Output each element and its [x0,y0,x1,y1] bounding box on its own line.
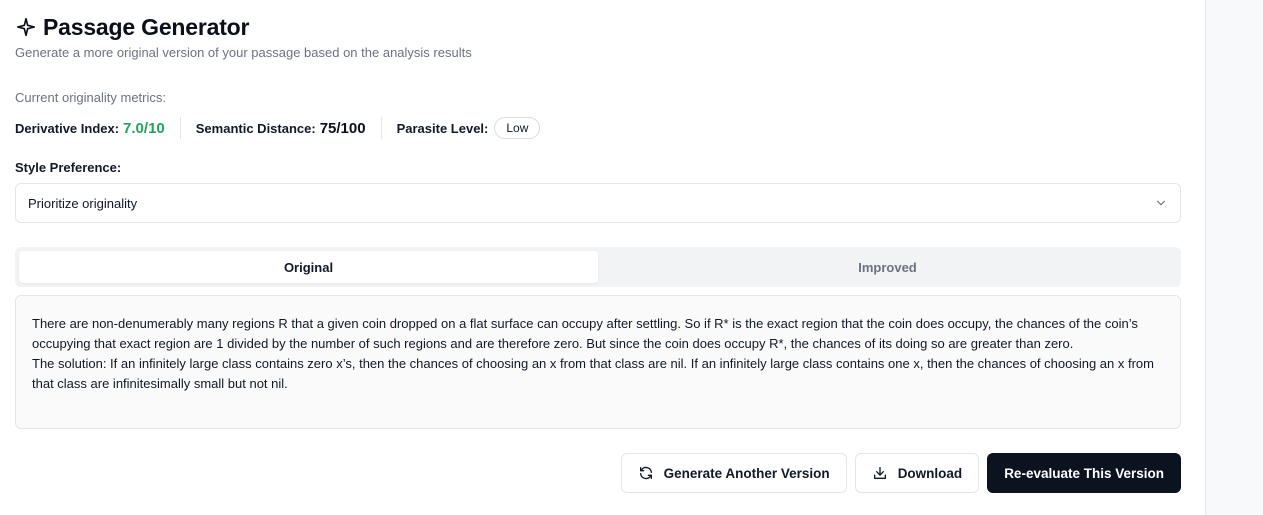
page-subtitle: Generate a more original version of your… [15,45,472,60]
passage-paragraph: The solution: If an infinitely large cla… [32,356,1154,391]
metric-divider [380,117,382,139]
semantic-distance-label: Semantic Distance: [195,120,316,136]
passage-paragraph: There are non-denumerably many regions R… [32,316,1138,351]
chevron-down-icon [1156,200,1166,206]
parasite-level-badge: Low [494,117,541,139]
download-button-label: Download [897,465,963,481]
refresh-icon [639,466,652,480]
right-panel-edge [1205,0,1263,515]
passage-text-box: There are non-denumerably many regions R… [15,295,1181,429]
tab-improved[interactable]: Improved [598,251,1177,283]
download-button[interactable]: Download [854,453,980,493]
action-buttons: Generate Another Version Download Re-eva… [620,453,1181,493]
sparkle-icon [16,17,36,37]
page-title: Passage Generator [43,13,250,40]
download-icon [873,467,886,479]
title-row: Passage Generator [15,12,249,42]
reevaluate-version-button[interactable]: Re-evaluate This Version [987,453,1181,493]
generate-another-version-button[interactable]: Generate Another Version [620,453,847,493]
derivative-index-metric: Derivative Index: 7.0/10 [15,120,165,137]
metric-divider [179,117,181,139]
semantic-distance-metric: Semantic Distance: 75/100 [196,120,366,137]
metrics-caption: Current originality metrics: [15,90,166,105]
style-preference-label: Style Preference: [15,160,122,175]
derivative-index-value: 7.0/10 [123,119,165,137]
reevaluate-button-label: Re-evaluate This Version [1004,465,1164,481]
style-preference-select[interactable]: Prioritize originality [15,183,1181,223]
derivative-index-label: Derivative Index: [15,120,120,136]
parasite-level-metric: Parasite Level: Low [397,117,541,139]
parasite-level-label: Parasite Level: [396,120,489,136]
semantic-distance-value: 75/100 [319,119,366,137]
tab-original[interactable]: Original [19,251,598,283]
metrics-row: Derivative Index: 7.0/10 Semantic Distan… [15,116,541,140]
style-preference-value: Prioritize originality [28,195,138,211]
version-tabs: Original Improved [15,247,1181,287]
generate-button-label: Generate Another Version [663,465,830,481]
